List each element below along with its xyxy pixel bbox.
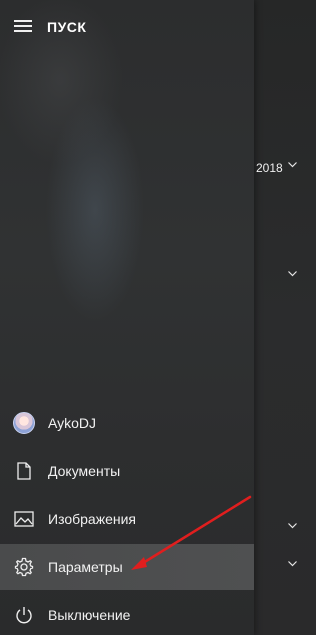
chevron-down-icon[interactable] [288,561,297,567]
menu-item-user[interactable]: AykoDJ [0,400,254,446]
start-menu-panel: ПУСК AykoDJ Документы Изображения Параме… [0,0,254,635]
gear-icon [12,555,36,579]
chevron-down-icon[interactable] [288,523,297,529]
menu-item-label: Документы [48,463,121,479]
document-icon [12,459,36,483]
image-icon [12,507,36,531]
chevron-down-icon[interactable] [288,271,297,277]
start-menu-title: ПУСК [47,19,87,35]
start-menu-header: ПУСК [0,6,254,48]
avatar [13,412,35,434]
hamburger-menu-icon[interactable] [14,20,32,34]
menu-item-label: Изображения [48,511,136,527]
tiles-background [254,0,316,635]
power-icon [12,603,36,627]
menu-item-label: Выключение [48,607,131,623]
menu-item-pictures[interactable]: Изображения [0,496,254,542]
menu-item-documents[interactable]: Документы [0,448,254,494]
user-avatar-icon [12,411,36,435]
menu-item-power[interactable]: Выключение [0,592,254,635]
menu-item-label: AykoDJ [48,415,96,431]
start-menu-screen: ПУСК AykoDJ Документы Изображения Параме… [0,0,316,635]
menu-item-label: Параметры [48,559,123,575]
menu-item-settings[interactable]: Параметры [0,544,254,590]
tile-group-year-label: 2018 [256,161,283,175]
chevron-down-icon[interactable] [288,162,297,168]
